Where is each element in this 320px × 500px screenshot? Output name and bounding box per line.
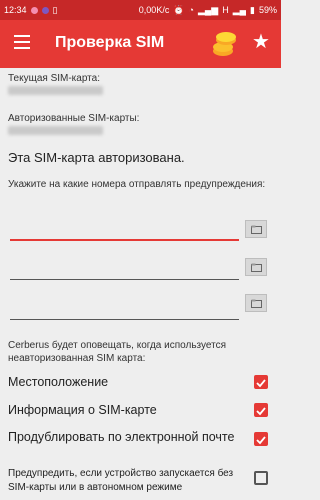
network-speed: 0,00K/c	[138, 5, 170, 15]
alarm-icon: ⏰	[173, 4, 185, 15]
authorized-sim-value	[8, 126, 103, 135]
app-notification-icon	[41, 6, 49, 14]
folder-icon	[250, 299, 262, 308]
app-bar: Проверка SIM ★	[0, 20, 281, 68]
notify-description: Cerberus будет оповещать, когда использу…	[8, 340, 227, 364]
signal-icon-2: ▂▄	[232, 4, 247, 15]
contact-picker-button-1[interactable]	[245, 220, 267, 238]
coins-icon[interactable]	[210, 29, 240, 64]
phone-number-input-1[interactable]	[10, 239, 239, 241]
signal-icon: ▂▄▆	[197, 4, 219, 15]
authorized-sims-label: Авторизованные SIM-карты:	[8, 113, 140, 124]
folder-icon	[250, 263, 262, 272]
sim-notification-icon: ▯	[52, 4, 58, 15]
option-sim-info-label: Информация о SIM-карте	[8, 403, 157, 417]
option-email-label: Продублировать по электронной почте	[8, 430, 235, 444]
contact-picker-button-3[interactable]	[245, 294, 267, 312]
option-no-sim-label: Предупредить, если устройство запускаетс…	[8, 468, 234, 493]
option-sim-info-checkbox[interactable]	[254, 403, 268, 417]
phone-number-input-2[interactable]	[10, 279, 239, 280]
status-bar: 12:34 ▯ 0,00K/c ⏰ ◔ ▂▄▆ H ▂▄ ▮ 59%	[0, 0, 281, 20]
option-location-checkbox[interactable]	[254, 375, 268, 389]
option-email-checkbox[interactable]	[254, 432, 268, 446]
option-no-sim-checkbox[interactable]	[254, 471, 268, 485]
option-location-label: Местоположение	[8, 375, 109, 389]
sim-status-text: Эта SIM-карта авторизована.	[8, 150, 185, 165]
page-title: Проверка SIM	[55, 34, 165, 51]
network-type: H	[222, 5, 229, 15]
folder-icon	[250, 225, 262, 234]
battery-level: 59%	[258, 5, 277, 15]
star-icon[interactable]: ★	[252, 32, 270, 52]
status-time: 12:34	[4, 5, 27, 15]
notification-icon	[30, 6, 38, 14]
current-sim-value	[8, 86, 103, 95]
alert-numbers-prompt: Укажите на какие номера отправлять преду…	[8, 179, 266, 190]
phone-number-input-3[interactable]	[10, 319, 239, 320]
current-sim-label: Текущая SIM-карта:	[8, 73, 100, 84]
wifi-icon: ◔	[188, 5, 194, 15]
hamburger-menu-icon[interactable]	[14, 35, 30, 51]
contact-picker-button-2[interactable]	[245, 258, 267, 276]
battery-icon: ▮	[250, 4, 255, 15]
